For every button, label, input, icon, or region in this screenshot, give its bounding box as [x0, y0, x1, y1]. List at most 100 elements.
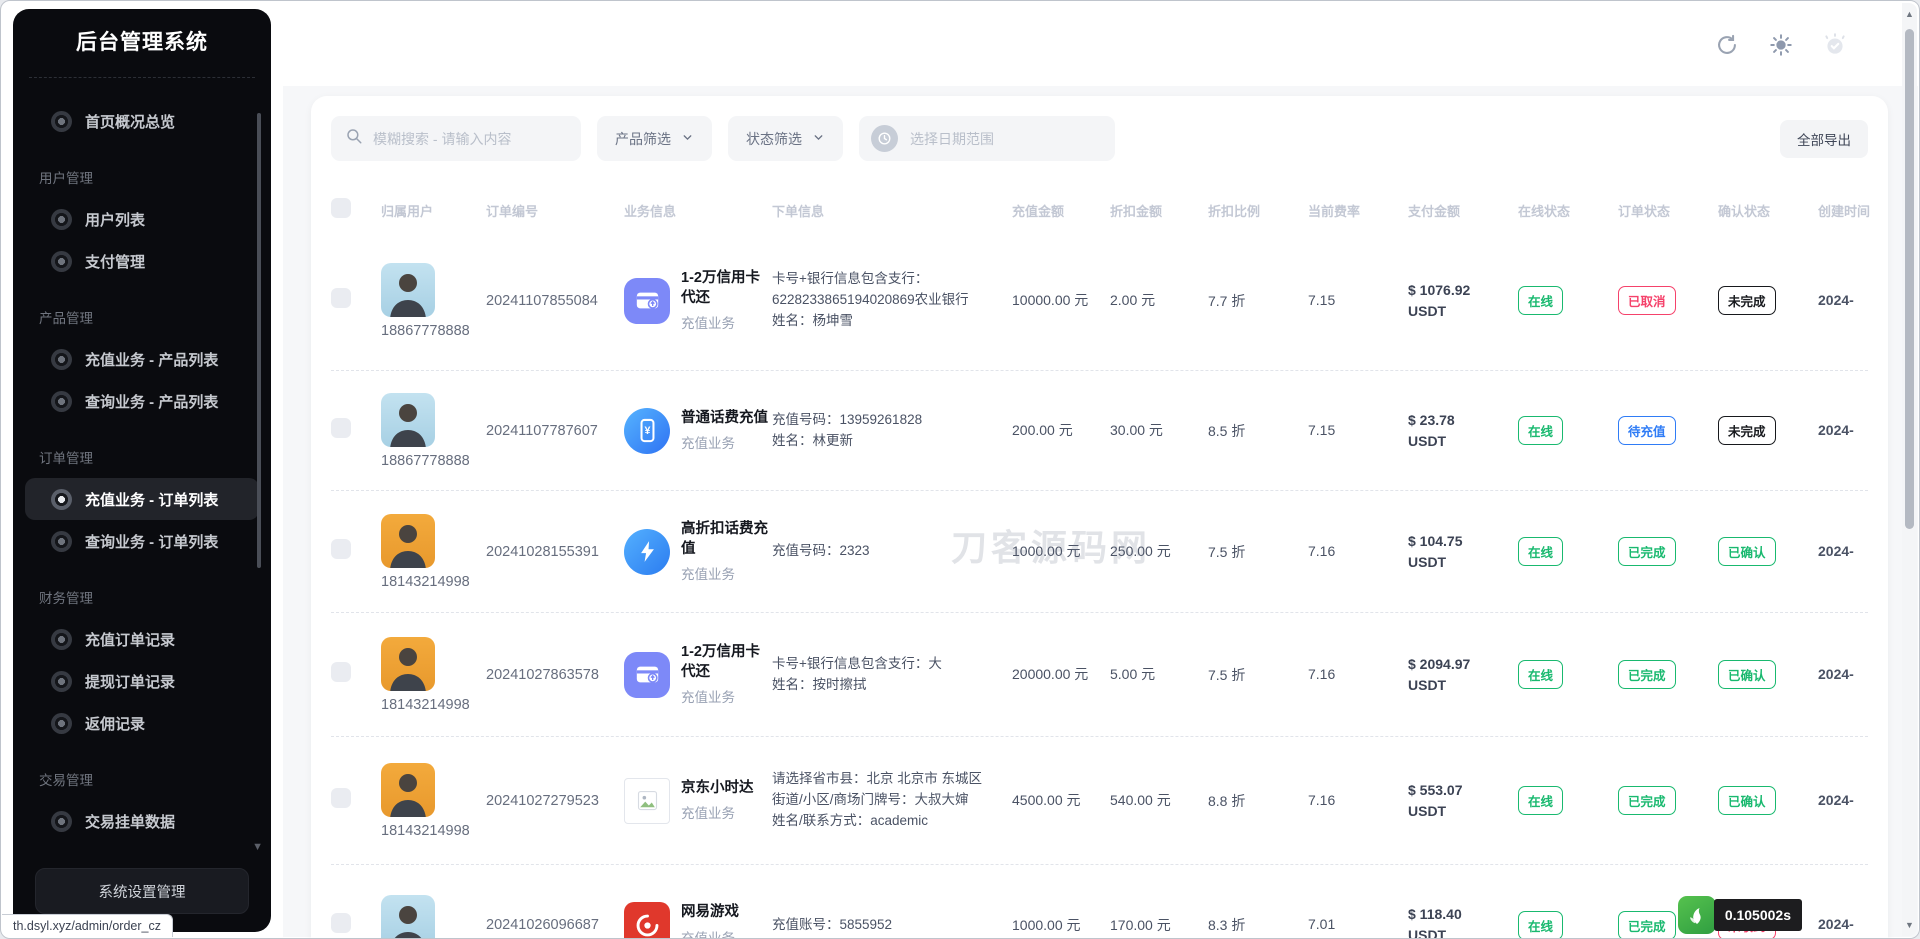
- sidebar-item-recharge-products[interactable]: 充值业务 - 产品列表: [25, 338, 259, 380]
- export-all-button[interactable]: 全部导出: [1780, 120, 1868, 158]
- row-checkbox[interactable]: [331, 288, 351, 308]
- discount-amount: 540.00 元: [1110, 790, 1171, 810]
- main-area: 产品筛选 状态筛选: [283, 2, 1918, 937]
- current-rate: 7.15: [1308, 422, 1335, 438]
- topbar: [283, 2, 1918, 86]
- sidebar-item-withdraw-records[interactable]: 提现订单记录: [25, 660, 259, 702]
- sidebar-item-payment[interactable]: 支付管理: [25, 240, 259, 282]
- clock-icon: [871, 125, 898, 152]
- table-row: 18867778888 20241107855084 1-2万信用卡代还 充值业…: [331, 231, 1868, 371]
- search-box[interactable]: [331, 116, 581, 161]
- discount-ratio: 7.5 折: [1208, 544, 1245, 560]
- bullseye-icon: [51, 391, 72, 412]
- chevron-down-icon[interactable]: ▼: [252, 841, 263, 853]
- discount-amount: 5.00 元: [1110, 664, 1155, 684]
- pay-amount: $ 1076.92 USDT: [1408, 280, 1518, 322]
- order-status-badge: 已完成: [1618, 786, 1676, 815]
- sidebar-item-query-products[interactable]: 查询业务 - 产品列表: [25, 380, 259, 422]
- product-name: 京东小时达: [681, 779, 754, 799]
- status-filter-dropdown[interactable]: 状态筛选: [728, 116, 843, 161]
- recharge-amount: 20000.00 元: [1012, 664, 1088, 684]
- orders-table: 归属用户 订单编号 业务信息 下单信息 充值金额 折扣金额 折扣比例 当前费率 …: [331, 189, 1868, 939]
- sidebar-item-recharge-records[interactable]: 充值订单记录: [25, 618, 259, 660]
- table-row: 20241026096687 网易游戏 充值业务 充值账号：5855952 10…: [331, 865, 1868, 939]
- search-input[interactable]: [373, 131, 567, 147]
- row-checkbox[interactable]: [331, 539, 351, 559]
- created-date: 2024-: [1818, 916, 1854, 932]
- product-icon: [624, 652, 670, 698]
- bullseye-icon: [51, 209, 72, 230]
- sidebar-item-query-orders[interactable]: 查询业务 - 订单列表: [25, 520, 259, 562]
- product-icon: [624, 902, 670, 939]
- select-all-checkbox[interactable]: [331, 198, 351, 218]
- bullseye-icon: [51, 531, 72, 552]
- sidebar-section-trade: 交易管理: [13, 758, 271, 800]
- user-phone: 18867778888: [381, 453, 486, 469]
- pay-amount: $ 23.78 USDT: [1408, 410, 1518, 452]
- scroll-down-arrow[interactable]: ▼: [1902, 920, 1917, 930]
- order-status-badge: 已完成: [1618, 537, 1676, 566]
- current-rate: 7.16: [1308, 792, 1335, 808]
- pay-amount: $ 104.75 USDT: [1408, 531, 1518, 573]
- product-category: 充值业务: [681, 927, 739, 939]
- refresh-icon[interactable]: [1714, 32, 1740, 58]
- pay-amount: $ 118.40 USDT: [1408, 904, 1518, 939]
- app-title: 后台管理系统: [13, 9, 271, 73]
- recharge-amount: 10000.00 元: [1012, 290, 1088, 310]
- filter-toolbar: 产品筛选 状态筛选: [331, 116, 1868, 161]
- product-name: 1-2万信用卡代还: [681, 643, 769, 682]
- table-row: 18143214998 20241027279523 京东小时达 充值业务 请选…: [331, 737, 1868, 865]
- system-settings-button[interactable]: 系统设置管理: [35, 868, 249, 914]
- timer-widget[interactable]: 0.105002s: [1678, 896, 1802, 934]
- row-checkbox[interactable]: [331, 788, 351, 808]
- table-row: 18143214998 20241028155391 高折扣话费充值 充值业务 …: [331, 491, 1868, 613]
- recharge-amount: 200.00 元: [1012, 420, 1073, 440]
- confirm-status-badge: 已确认: [1718, 660, 1776, 689]
- theme-sun-icon[interactable]: [1768, 32, 1794, 58]
- scrollbar-thumb[interactable]: [1905, 29, 1914, 529]
- product-name: 1-2万信用卡代还: [681, 269, 769, 308]
- discount-ratio: 8.5 折: [1208, 423, 1245, 439]
- recharge-amount: 1000.00 元: [1012, 915, 1081, 935]
- user-phone: 18143214998: [381, 574, 486, 590]
- row-checkbox[interactable]: [331, 662, 351, 682]
- discount-amount: 250.00 元: [1110, 541, 1171, 561]
- chevron-down-icon: [812, 131, 825, 147]
- online-status-badge: 在线: [1518, 416, 1563, 445]
- sidebar-item-recharge-orders[interactable]: 充值业务 - 订单列表: [25, 478, 259, 520]
- created-date: 2024-: [1818, 292, 1854, 308]
- user-avatar: [381, 895, 435, 939]
- user-avatar: [381, 637, 435, 691]
- scroll-up-arrow[interactable]: ▲: [1902, 9, 1917, 19]
- extension-leaf-icon[interactable]: [1678, 896, 1716, 934]
- product-icon: [624, 278, 670, 324]
- sidebar-item-rebate-records[interactable]: 返佣记录: [25, 702, 259, 744]
- sidebar-item-trade-orders[interactable]: 交易挂单数据: [25, 800, 259, 842]
- bullseye-icon: [51, 349, 72, 370]
- row-checkbox[interactable]: [331, 913, 351, 933]
- bullseye-icon: [51, 629, 72, 650]
- verified-badge-icon[interactable]: [1822, 32, 1848, 58]
- date-range-picker[interactable]: 选择日期范围: [859, 116, 1115, 161]
- created-date: 2024-: [1818, 792, 1854, 808]
- online-status-badge: 在线: [1518, 786, 1563, 815]
- bullseye-icon: [51, 111, 72, 132]
- product-filter-dropdown[interactable]: 产品筛选: [597, 116, 712, 161]
- order-status-badge: 已取消: [1618, 286, 1676, 315]
- sidebar-item-home[interactable]: 首页概况总览: [25, 100, 259, 142]
- sidebar: 后台管理系统 首页概况总览 用户管理 用户列表 支付管理 产品管理 充值业务 -…: [13, 9, 271, 932]
- discount-ratio: 8.8 折: [1208, 793, 1245, 809]
- row-checkbox[interactable]: [331, 418, 351, 438]
- confirm-status-badge: 已确认: [1718, 537, 1776, 566]
- sidebar-section-products: 产品管理: [13, 296, 271, 338]
- created-date: 2024-: [1818, 543, 1854, 559]
- bullseye-icon: [51, 251, 72, 272]
- sidebar-item-user-list[interactable]: 用户列表: [25, 198, 259, 240]
- table-row: 18867778888 20241107787607 ¥ 普通话费充值 充值业务…: [331, 371, 1868, 491]
- sidebar-section-orders: 订单管理: [13, 436, 271, 478]
- product-category: 充值业务: [681, 802, 754, 822]
- product-category: 充值业务: [681, 686, 769, 706]
- sidebar-scrollbar[interactable]: [257, 113, 261, 568]
- discount-ratio: 8.3 折: [1208, 917, 1245, 933]
- table-header-row: 归属用户 订单编号 业务信息 下单信息 充值金额 折扣金额 折扣比例 当前费率 …: [331, 189, 1868, 231]
